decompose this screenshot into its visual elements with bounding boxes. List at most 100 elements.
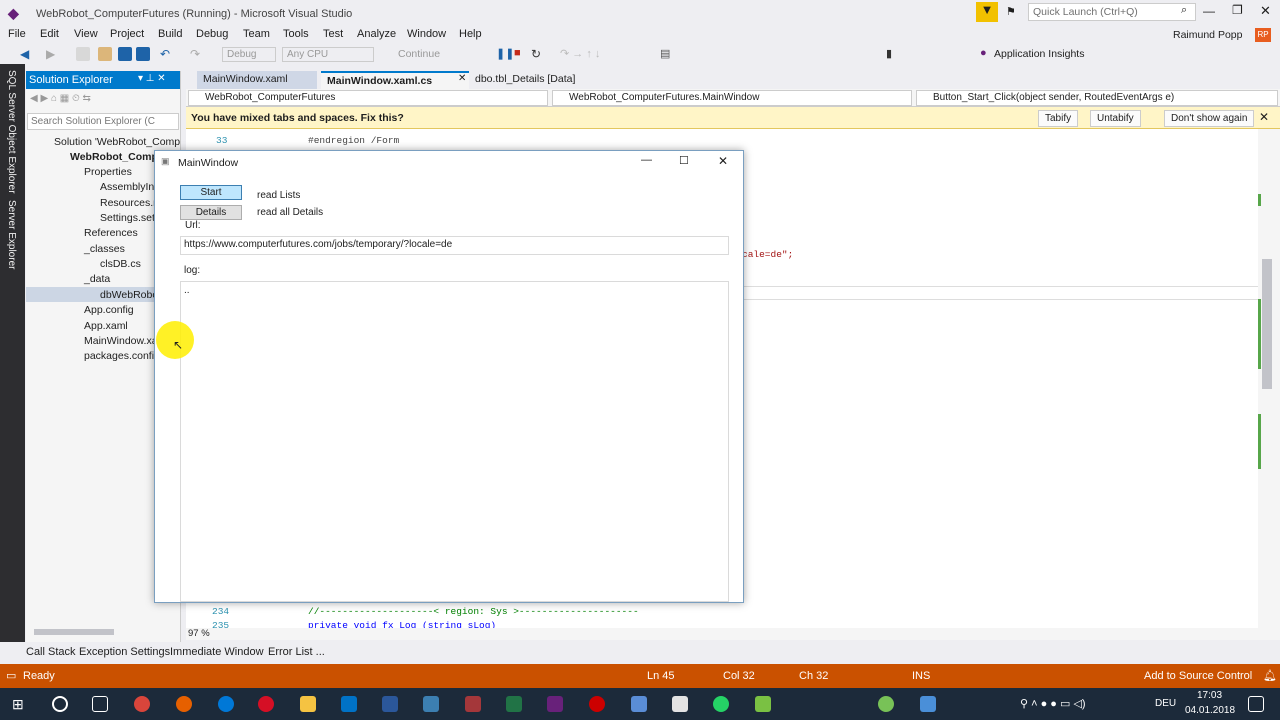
member-combo[interactable]: Button_Start_Click(object sender, Routed…: [916, 90, 1278, 106]
tab-immediate-window[interactable]: Immediate Window: [170, 646, 264, 658]
menu-team[interactable]: Team: [243, 28, 270, 40]
user-name[interactable]: Raimund Popp: [1173, 29, 1242, 41]
undo-icon[interactable]: ↶: [160, 47, 174, 61]
menu-project[interactable]: Project: [110, 28, 144, 40]
tree-item-references[interactable]: References: [84, 227, 138, 239]
notification-bell-icon[interactable]: 🔔︎: [1263, 669, 1277, 682]
restore-button[interactable]: ❐: [1232, 3, 1243, 17]
stop-icon[interactable]: ■: [514, 47, 528, 61]
tree-item-data-folder[interactable]: _data: [84, 273, 110, 285]
android-icon[interactable]: [878, 696, 894, 712]
new-project-icon[interactable]: [76, 47, 90, 61]
tree-item-project[interactable]: WebRobot_Compu: [70, 151, 164, 163]
running-app-icon[interactable]: [920, 696, 936, 712]
close-button[interactable]: ✕: [1260, 3, 1271, 19]
avatar[interactable]: RP: [1255, 28, 1271, 42]
word-icon[interactable]: [382, 696, 398, 712]
tabify-button[interactable]: Tabify: [1038, 110, 1079, 127]
app-icon[interactable]: [423, 696, 439, 712]
breakpoints-icon[interactable]: ▤: [660, 47, 674, 61]
back-icon[interactable]: ◀: [20, 47, 34, 61]
tree-item-mainwindow[interactable]: MainWindow.xa: [84, 335, 158, 347]
tree-item-clsdb[interactable]: clsDB.cs: [100, 258, 141, 270]
menu-test[interactable]: Test: [323, 28, 343, 40]
minimize-button[interactable]: —: [1203, 4, 1215, 18]
save-icon[interactable]: [118, 47, 132, 61]
snipping-icon[interactable]: [631, 696, 647, 712]
clock-time[interactable]: 17:03: [1197, 690, 1222, 701]
tab-mainwindow-xaml[interactable]: MainWindow.xaml: [197, 71, 317, 89]
filter-icon[interactable]: ▼: [976, 2, 998, 22]
start-button[interactable]: Start: [180, 185, 242, 200]
open-icon[interactable]: [98, 47, 112, 61]
zoom-level[interactable]: 97 %: [188, 628, 210, 639]
chrome-icon[interactable]: [134, 696, 150, 712]
visual-studio-icon[interactable]: [547, 696, 563, 712]
pin-icon[interactable]: ▾ ⊥ ✕: [138, 73, 166, 84]
restart-icon[interactable]: ↻: [531, 47, 545, 61]
tab-error-list[interactable]: Error List ...: [268, 646, 325, 658]
edge-icon[interactable]: [218, 696, 234, 712]
tray-icons[interactable]: ⚲ ˄ ● ● ▭ ◁): [1020, 697, 1086, 710]
editor-vscrollbar[interactable]: [1258, 129, 1280, 628]
opera-icon[interactable]: [258, 696, 274, 712]
server-explorer-tab[interactable]: Server Explorer: [6, 200, 17, 269]
cortana-icon[interactable]: [52, 696, 68, 712]
redo-icon[interactable]: ↷: [190, 47, 204, 61]
menu-build[interactable]: Build: [158, 28, 182, 40]
task-view-icon[interactable]: [92, 696, 108, 712]
language-indicator[interactable]: DEU: [1155, 698, 1176, 709]
tab-close-icon[interactable]: ✕: [458, 73, 466, 84]
scroll-thumb[interactable]: [1262, 259, 1272, 389]
tree-item-solution[interactable]: Solution 'WebRobot_Comput: [54, 136, 180, 148]
menu-edit[interactable]: Edit: [40, 28, 59, 40]
editor-hscrollbar[interactable]: 97 %: [186, 628, 1280, 640]
untabify-button[interactable]: Untabify: [1090, 110, 1141, 127]
tree-item-packages-config[interactable]: packages.config: [84, 350, 160, 362]
class-combo[interactable]: WebRobot_ComputerFutures.MainWindow: [552, 90, 912, 106]
action-center-icon[interactable]: [1248, 696, 1264, 712]
project-combo[interactable]: WebRobot_ComputerFutures: [188, 90, 548, 106]
app-close-button[interactable]: ✕: [718, 154, 728, 168]
excel-icon[interactable]: [506, 696, 522, 712]
dont-show-again-button[interactable]: Don't show again: [1164, 110, 1255, 127]
sql-server-object-explorer-tab[interactable]: SQL Server Object Explorer: [6, 70, 17, 194]
menu-file[interactable]: File: [8, 28, 26, 40]
menu-analyze[interactable]: Analyze: [357, 28, 396, 40]
firefox-icon[interactable]: [176, 696, 192, 712]
pause-icon[interactable]: ❚❚: [496, 47, 514, 61]
solution-hscrollbar[interactable]: [34, 629, 114, 635]
bookmark-icon[interactable]: ▮: [886, 47, 900, 61]
infobar-close-icon[interactable]: ✕: [1259, 110, 1269, 124]
search-icon[interactable]: ⌕: [1181, 4, 1187, 17]
tree-item-settings[interactable]: Settings.setti: [100, 212, 160, 224]
application-insights-button[interactable]: Application Insights: [994, 48, 1084, 60]
details-button[interactable]: Details: [180, 205, 242, 220]
menu-tools[interactable]: Tools: [283, 28, 309, 40]
url-input[interactable]: https://www.computerfutures.com/jobs/tem…: [180, 236, 729, 255]
screenshot-icon[interactable]: [672, 696, 688, 712]
menu-debug[interactable]: Debug: [196, 28, 228, 40]
platform-select[interactable]: Any CPU: [282, 47, 374, 62]
tab-call-stack[interactable]: Call Stack: [26, 646, 76, 658]
tree-item-app-xaml[interactable]: App.xaml: [84, 320, 128, 332]
recorder-icon[interactable]: [589, 696, 605, 712]
notifications-icon[interactable]: ⚑: [1006, 5, 1016, 18]
app-minimize-button[interactable]: —: [641, 154, 652, 166]
step-icons[interactable]: ↷ → ↑ ↓: [560, 47, 660, 61]
app-maximize-button[interactable]: ☐: [679, 154, 689, 167]
tree-item-app-config[interactable]: App.config: [84, 304, 134, 316]
solution-search-input[interactable]: Search Solution Explorer (C: [27, 113, 179, 130]
menu-window[interactable]: Window: [407, 28, 446, 40]
menu-help[interactable]: Help: [459, 28, 482, 40]
clock-date[interactable]: 04.01.2018: [1185, 705, 1235, 716]
tree-item-properties[interactable]: Properties: [84, 166, 132, 178]
continue-button[interactable]: Continue: [398, 48, 440, 60]
access-icon[interactable]: [465, 696, 481, 712]
whatsapp-icon[interactable]: [713, 696, 729, 712]
tree-item-classes-folder[interactable]: _classes: [84, 243, 125, 255]
tab-tbl-details[interactable]: dbo.tbl_Details [Data]: [469, 71, 589, 89]
windows-start-icon[interactable]: ⊞: [12, 696, 28, 712]
menu-view[interactable]: View: [74, 28, 98, 40]
outlook-icon[interactable]: [341, 696, 357, 712]
